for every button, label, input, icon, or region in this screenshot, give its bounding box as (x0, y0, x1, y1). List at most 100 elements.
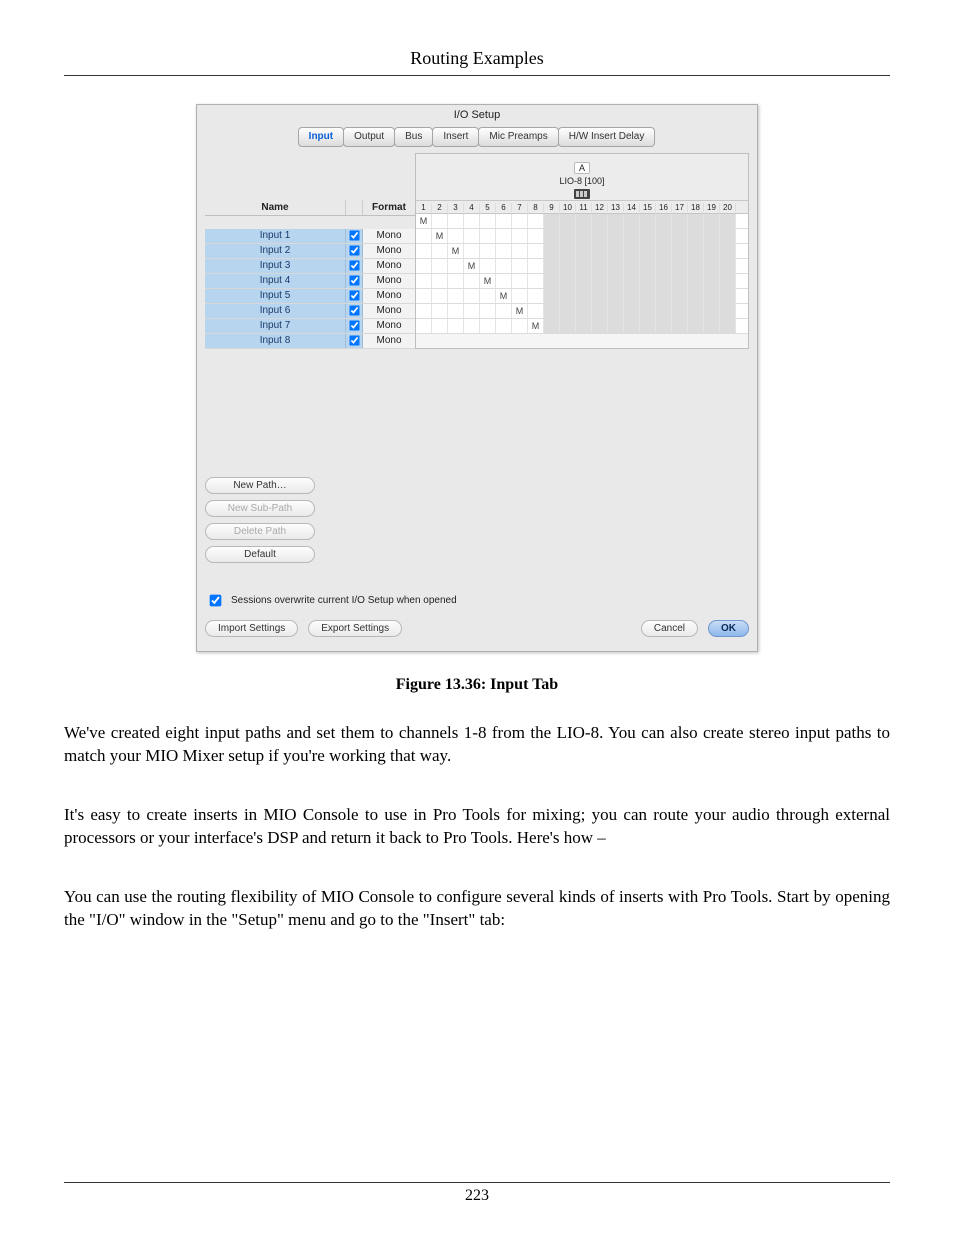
channel-cell[interactable] (656, 244, 672, 258)
channel-cell[interactable] (528, 289, 544, 303)
channel-cell[interactable] (704, 214, 720, 228)
channel-cell[interactable] (592, 289, 608, 303)
path-enable-checkbox[interactable] (349, 335, 359, 345)
tab-bus[interactable]: Bus (394, 127, 433, 147)
new-path-button[interactable]: New Path… (205, 477, 315, 494)
channel-cell[interactable] (480, 289, 496, 303)
path-name[interactable]: Input 2 (205, 244, 346, 258)
channel-cell[interactable] (464, 304, 480, 318)
channel-cell[interactable] (592, 214, 608, 228)
channel-cell[interactable] (576, 244, 592, 258)
path-enable-checkbox[interactable] (349, 305, 359, 315)
channel-cell[interactable] (560, 214, 576, 228)
channel-cell[interactable] (688, 319, 704, 333)
channel-cell[interactable] (464, 274, 480, 288)
channel-cell[interactable] (544, 289, 560, 303)
channel-cell[interactable] (512, 259, 528, 273)
channel-cell[interactable] (416, 229, 432, 243)
channel-cell[interactable] (672, 304, 688, 318)
channel-cell[interactable] (608, 304, 624, 318)
new-subpath-button[interactable]: New Sub-Path (205, 500, 315, 517)
channel-cell[interactable] (544, 319, 560, 333)
channel-cell[interactable] (624, 259, 640, 273)
path-enable-checkbox[interactable] (349, 245, 359, 255)
channel-cell[interactable] (592, 319, 608, 333)
channel-cell[interactable] (592, 259, 608, 273)
channel-cell[interactable] (672, 229, 688, 243)
channel-cell[interactable] (480, 319, 496, 333)
channel-cell[interactable] (560, 289, 576, 303)
channel-cell[interactable] (704, 229, 720, 243)
channel-cell[interactable] (672, 289, 688, 303)
channel-cell[interactable] (560, 229, 576, 243)
channel-cell[interactable] (528, 259, 544, 273)
channel-cell[interactable] (640, 304, 656, 318)
channel-cell[interactable] (480, 244, 496, 258)
channel-cell[interactable] (544, 274, 560, 288)
channel-cell[interactable] (528, 229, 544, 243)
channel-cell[interactable]: M (416, 214, 432, 228)
channel-cell[interactable] (432, 214, 448, 228)
channel-cell[interactable] (496, 319, 512, 333)
delete-path-button[interactable]: Delete Path (205, 523, 315, 540)
channel-cell[interactable] (512, 319, 528, 333)
path-name[interactable]: Input 4 (205, 274, 346, 288)
channel-cell[interactable] (448, 274, 464, 288)
channel-cell[interactable] (624, 244, 640, 258)
channel-cell[interactable] (528, 214, 544, 228)
channel-cell[interactable] (720, 319, 736, 333)
channel-cell[interactable] (704, 274, 720, 288)
channel-cell[interactable] (480, 214, 496, 228)
channel-cell[interactable] (512, 229, 528, 243)
channel-cell[interactable] (464, 289, 480, 303)
path-format[interactable]: Mono (363, 319, 415, 333)
channel-cell[interactable] (704, 244, 720, 258)
channel-cell[interactable] (624, 304, 640, 318)
channel-cell[interactable]: M (464, 259, 480, 273)
channel-cell[interactable] (640, 229, 656, 243)
channel-cell[interactable] (656, 289, 672, 303)
channel-cell[interactable]: M (512, 304, 528, 318)
path-enable-checkbox[interactable] (349, 290, 359, 300)
channel-cell[interactable] (720, 229, 736, 243)
channel-cell[interactable] (624, 229, 640, 243)
channel-cell[interactable] (592, 244, 608, 258)
channel-cell[interactable] (544, 259, 560, 273)
channel-cell[interactable] (496, 304, 512, 318)
channel-cell[interactable] (592, 304, 608, 318)
channel-cell[interactable] (656, 274, 672, 288)
channel-cell[interactable] (704, 304, 720, 318)
channel-cell[interactable] (512, 244, 528, 258)
channel-cell[interactable] (704, 319, 720, 333)
channel-cell[interactable] (416, 289, 432, 303)
path-format[interactable]: Mono (363, 289, 415, 303)
cancel-button[interactable]: Cancel (641, 620, 698, 637)
channel-cell[interactable] (720, 289, 736, 303)
path-name[interactable]: Input 1 (205, 229, 346, 243)
channel-cell[interactable] (512, 214, 528, 228)
channel-cell[interactable] (576, 229, 592, 243)
path-enable-checkbox[interactable] (349, 260, 359, 270)
channel-cell[interactable] (624, 319, 640, 333)
channel-cell[interactable] (640, 259, 656, 273)
channel-cell[interactable] (464, 214, 480, 228)
channel-cell[interactable]: M (528, 319, 544, 333)
channel-cell[interactable] (720, 214, 736, 228)
channel-cell[interactable] (608, 289, 624, 303)
channel-cell[interactable] (592, 229, 608, 243)
channel-cell[interactable] (464, 319, 480, 333)
channel-cell[interactable] (624, 214, 640, 228)
channel-cell[interactable] (704, 259, 720, 273)
channel-cell[interactable] (448, 259, 464, 273)
channel-cell[interactable] (672, 214, 688, 228)
path-enable-checkbox[interactable] (349, 275, 359, 285)
path-name[interactable]: Input 8 (205, 334, 346, 348)
channel-cell[interactable] (560, 244, 576, 258)
channel-cell[interactable] (512, 289, 528, 303)
channel-cell[interactable] (608, 274, 624, 288)
path-name[interactable]: Input 3 (205, 259, 346, 273)
channel-cell[interactable] (448, 304, 464, 318)
channel-cell[interactable] (416, 319, 432, 333)
channel-cell[interactable] (576, 214, 592, 228)
channel-cell[interactable] (576, 259, 592, 273)
